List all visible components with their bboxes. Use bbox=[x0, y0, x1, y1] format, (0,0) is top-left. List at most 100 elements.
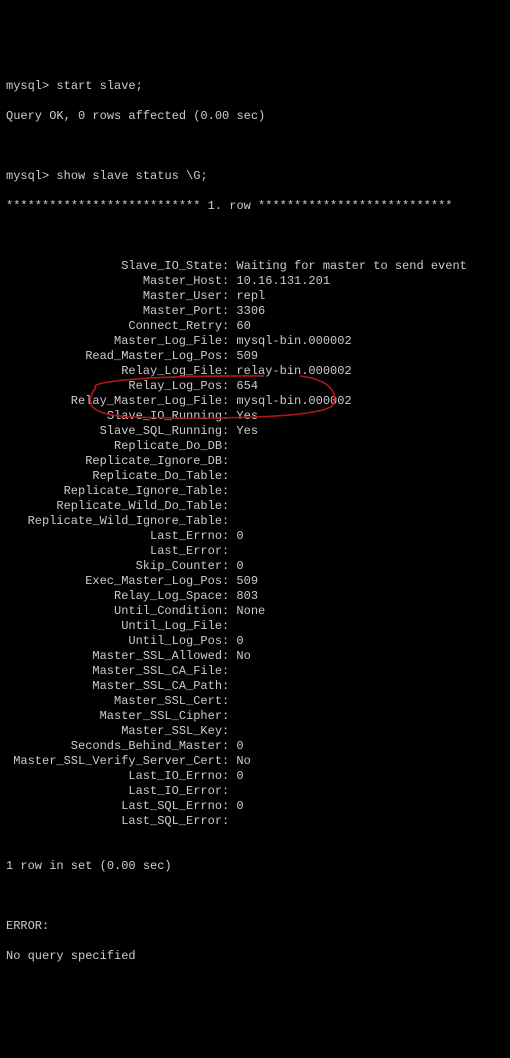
colon: : bbox=[222, 349, 229, 363]
status-field-row: Replicate_Do_Table: bbox=[6, 469, 504, 484]
field-value: 509 bbox=[236, 574, 258, 588]
field-label: Until_Log_Pos bbox=[6, 634, 222, 649]
status-field-row: Master_SSL_Cert: bbox=[6, 694, 504, 709]
field-label: Until_Condition bbox=[6, 604, 222, 619]
colon: : bbox=[222, 814, 229, 828]
colon: : bbox=[222, 559, 229, 573]
colon: : bbox=[222, 769, 229, 783]
status-field-row: Slave_IO_State:Waiting for master to sen… bbox=[6, 259, 504, 274]
status-field-row: Master_SSL_Allowed:No bbox=[6, 649, 504, 664]
fields-container: Slave_IO_State: Waiting for master to sen… bbox=[6, 259, 504, 829]
field-label: Replicate_Do_DB bbox=[6, 439, 222, 454]
colon: : bbox=[222, 664, 229, 678]
status-field-row: Replicate_Wild_Do_Table: bbox=[6, 499, 504, 514]
field-value: 0 bbox=[236, 559, 243, 573]
status-field-row: Connect_Retry:60 bbox=[6, 319, 504, 334]
status-field-row: Relay_Log_Space:803 bbox=[6, 589, 504, 604]
colon: : bbox=[222, 649, 229, 663]
field-label: Last_Error bbox=[6, 544, 222, 559]
row-header-mid: 1. row bbox=[200, 199, 258, 213]
colon: : bbox=[222, 799, 229, 813]
status-field-row: Relay_Log_File:relay-bin.000002 bbox=[6, 364, 504, 379]
field-value: None bbox=[236, 604, 265, 618]
field-label: Master_Port bbox=[6, 304, 222, 319]
status-field-row: Last_SQL_Error: bbox=[6, 814, 504, 829]
status-field-row: Master_SSL_Cipher: bbox=[6, 709, 504, 724]
status-field-row: Last_Error: bbox=[6, 544, 504, 559]
colon: : bbox=[222, 589, 229, 603]
blank-line bbox=[6, 889, 504, 904]
colon: : bbox=[222, 634, 229, 648]
field-value: 654 bbox=[236, 379, 258, 393]
field-label: Last_Errno bbox=[6, 529, 222, 544]
status-field-row: Slave_SQL_Running:Yes bbox=[6, 424, 504, 439]
status-field-row: Slave_IO_Running: Yes bbox=[6, 409, 504, 424]
field-label: Replicate_Ignore_Table bbox=[6, 484, 222, 499]
field-value: mysql-bin.000002 bbox=[236, 334, 351, 348]
field-label: Replicate_Ignore_DB bbox=[6, 454, 222, 469]
field-label: Slave_SQL_Running bbox=[6, 424, 222, 439]
field-value: 3306 bbox=[236, 304, 265, 318]
field-value: 60 bbox=[236, 319, 250, 333]
status-field-row: Master_SSL_CA_File: bbox=[6, 664, 504, 679]
status-field-row: Exec_Master_Log_Pos:509 bbox=[6, 574, 504, 589]
field-value: relay-bin.000002 bbox=[236, 364, 351, 378]
field-label: Slave_IO_State bbox=[6, 259, 222, 274]
field-value: mysql-bin.000002 bbox=[236, 394, 351, 408]
field-label: Connect_Retry bbox=[6, 319, 222, 334]
colon: : bbox=[222, 604, 229, 618]
status-field-row: Last_IO_Errno:0 bbox=[6, 769, 504, 784]
cmd-line-1: mysql> start slave; bbox=[6, 79, 504, 94]
status-field-row: Replicate_Ignore_Table: bbox=[6, 484, 504, 499]
blank-line bbox=[6, 139, 504, 154]
field-value: 0 bbox=[236, 769, 243, 783]
colon: : bbox=[222, 739, 229, 753]
stars-left: *************************** bbox=[6, 199, 200, 213]
status-field-row: Last_IO_Error: bbox=[6, 784, 504, 799]
colon: : bbox=[222, 379, 229, 393]
field-value: Waiting for master to send event bbox=[236, 259, 466, 273]
colon: : bbox=[222, 439, 229, 453]
field-label: Skip_Counter bbox=[6, 559, 222, 574]
status-field-row: Replicate_Do_DB: bbox=[6, 439, 504, 454]
field-label: Master_User bbox=[6, 289, 222, 304]
command-text: start slave; bbox=[56, 79, 142, 93]
field-label: Replicate_Wild_Do_Table bbox=[6, 499, 222, 514]
colon: : bbox=[222, 574, 229, 588]
field-label: Master_SSL_CA_Path bbox=[6, 679, 222, 694]
field-label: Relay_Master_Log_File bbox=[6, 394, 222, 409]
status-field-row: Replicate_Wild_Ignore_Table: bbox=[6, 514, 504, 529]
field-label: Exec_Master_Log_Pos bbox=[6, 574, 222, 589]
status-field-row: Master_Port:3306 bbox=[6, 304, 504, 319]
field-value: 509 bbox=[236, 349, 258, 363]
colon: : bbox=[222, 499, 229, 513]
colon: : bbox=[222, 304, 229, 318]
status-field-row: Until_Log_Pos:0 bbox=[6, 634, 504, 649]
field-label: Read_Master_Log_Pos bbox=[6, 349, 222, 364]
field-label: Master_SSL_Key bbox=[6, 724, 222, 739]
colon: : bbox=[222, 784, 229, 798]
field-label: Master_Log_File bbox=[6, 334, 222, 349]
status-field-row: Read_Master_Log_Pos:509 bbox=[6, 349, 504, 364]
field-value: 0 bbox=[236, 529, 243, 543]
colon: : bbox=[222, 709, 229, 723]
field-label: Replicate_Wild_Ignore_Table bbox=[6, 514, 222, 529]
colon: : bbox=[222, 514, 229, 528]
field-label: Slave_IO_Running bbox=[6, 409, 222, 424]
field-label: Master_SSL_Cert bbox=[6, 694, 222, 709]
field-label: Relay_Log_Pos bbox=[6, 379, 222, 394]
colon: : bbox=[222, 319, 229, 333]
field-value: repl bbox=[236, 289, 265, 303]
error-message: No query specified bbox=[6, 949, 504, 964]
field-label: Master_SSL_Cipher bbox=[6, 709, 222, 724]
status-field-row: Master_SSL_Key: bbox=[6, 724, 504, 739]
status-field-row: Master_Host:10.16.131.201 bbox=[6, 274, 504, 289]
status-field-row: Master_SSL_CA_Path: bbox=[6, 679, 504, 694]
colon: : bbox=[222, 334, 229, 348]
field-value: 10.16.131.201 bbox=[236, 274, 330, 288]
colon: : bbox=[222, 409, 229, 423]
field-value: Yes bbox=[236, 409, 258, 423]
stars-right: *************************** bbox=[258, 199, 452, 213]
field-label: Master_SSL_CA_File bbox=[6, 664, 222, 679]
field-label: Relay_Log_File bbox=[6, 364, 222, 379]
